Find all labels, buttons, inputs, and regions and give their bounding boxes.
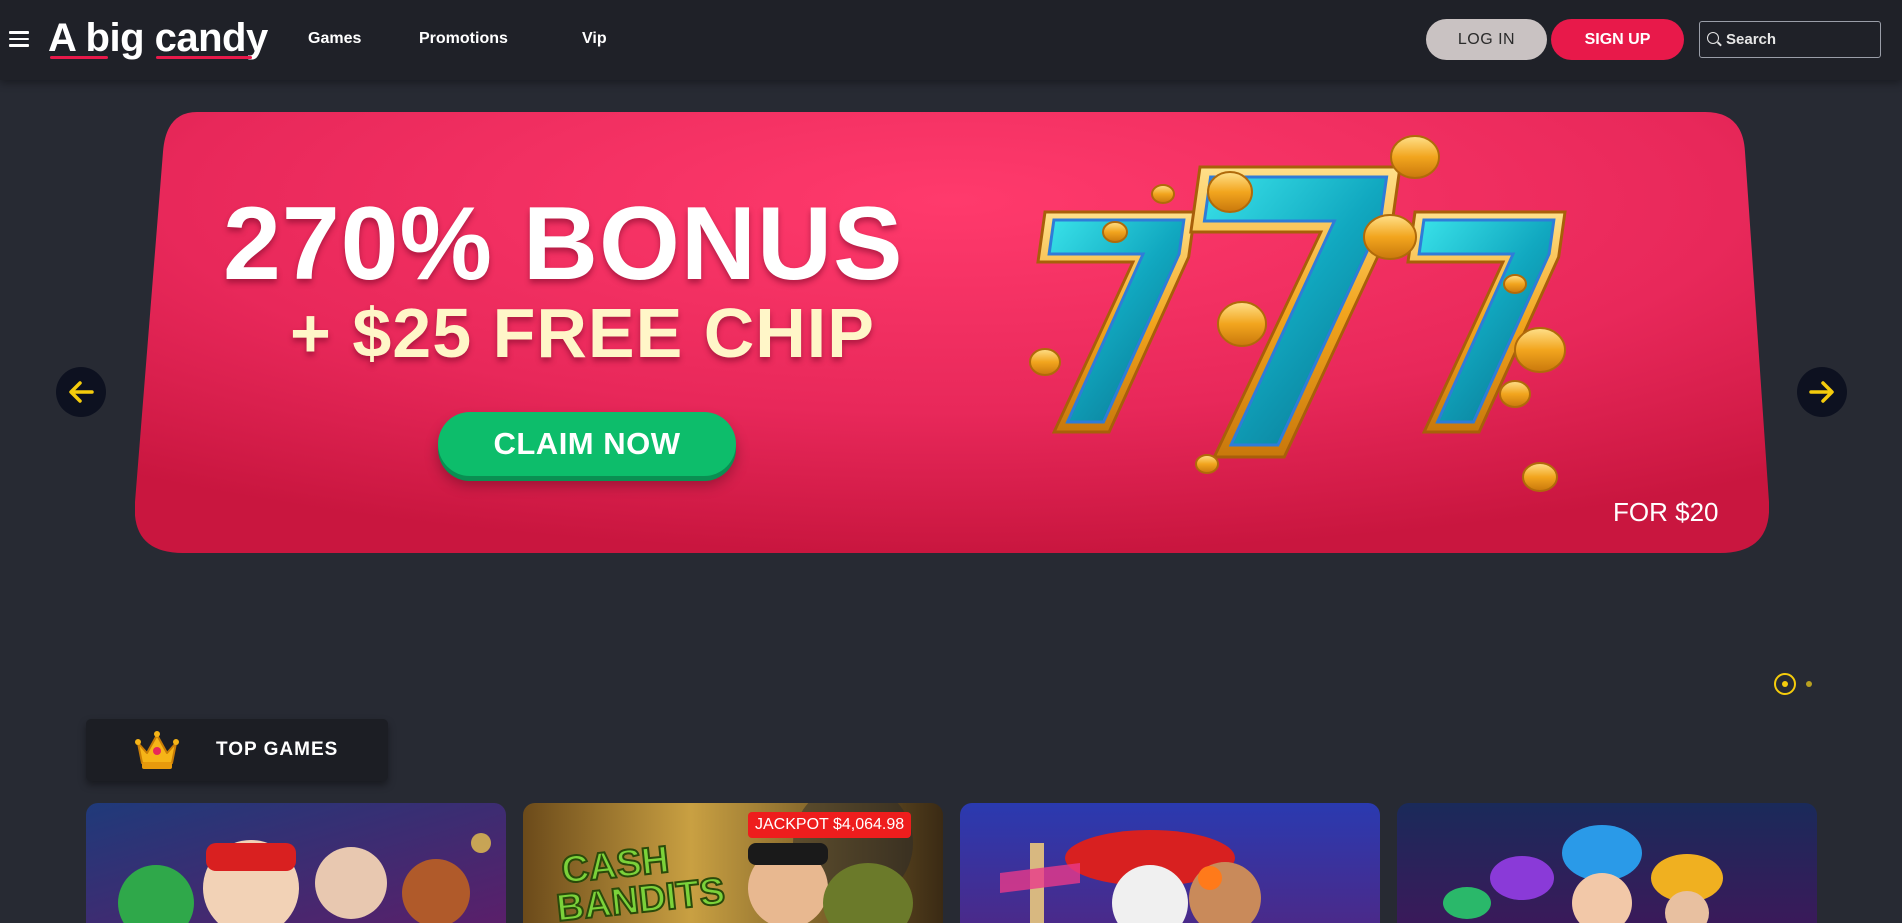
logo[interactable]: A big candy <box>48 16 268 60</box>
search-box[interactable] <box>1699 21 1881 58</box>
game-card-day-of-the-dead[interactable] <box>960 803 1380 923</box>
day-of-the-dead-game-thumbnail <box>960 803 1380 923</box>
mushroom-forest-game-thumbnail <box>1397 803 1817 923</box>
nav-games[interactable]: Games <box>308 30 361 48</box>
carousel-dot-active[interactable] <box>1774 673 1796 695</box>
arrow-left-icon <box>69 381 94 403</box>
top-games-title: TOP GAMES <box>216 739 339 760</box>
carousel-dot[interactable] <box>1806 681 1812 687</box>
top-games-tab[interactable]: TOP GAMES <box>86 719 388 781</box>
jackpot-badge: JACKPOT $4,064.98 <box>748 812 912 838</box>
triple-seven-artwork <box>1029 135 1567 492</box>
logo-underline <box>50 56 108 59</box>
login-button[interactable]: LOG IN <box>1426 19 1547 60</box>
search-input[interactable] <box>1726 27 1876 52</box>
game-card-cash-bandits[interactable]: CASH BANDITS JACKPOT $4,064.98 <box>523 803 943 923</box>
search-icon <box>1707 32 1719 44</box>
banner-fine-print: FOR $20 <box>1613 497 1719 527</box>
top-header: A big candy Games Promotions Vip LOG IN … <box>0 0 1902 80</box>
carousel-prev-button[interactable] <box>56 367 106 417</box>
logo-text: A big candy <box>48 16 268 60</box>
game-card-mushroom-forest[interactable] <box>1397 803 1817 923</box>
claim-now-button[interactable]: CLAIM NOW <box>438 412 736 476</box>
crown-icon <box>135 731 179 769</box>
nav-vip[interactable]: Vip <box>582 30 607 48</box>
arrow-right-icon <box>1809 381 1834 403</box>
carousel-next-button[interactable] <box>1797 367 1847 417</box>
signup-button[interactable]: SIGN UP <box>1551 19 1684 60</box>
banner-headline: 270% BONUS <box>223 186 904 302</box>
holiday-game-thumbnail <box>86 803 506 923</box>
nav-promotions[interactable]: Promotions <box>419 30 508 48</box>
logo-underline <box>156 56 252 59</box>
promo-banner[interactable]: 270% BONUS + $25 FREE CHIP CLAIM NOW FOR… <box>135 112 1769 553</box>
hamburger-menu-icon[interactable] <box>9 31 29 47</box>
banner-subline: + $25 FREE CHIP <box>290 294 875 372</box>
game-card-holiday[interactable] <box>86 803 506 923</box>
